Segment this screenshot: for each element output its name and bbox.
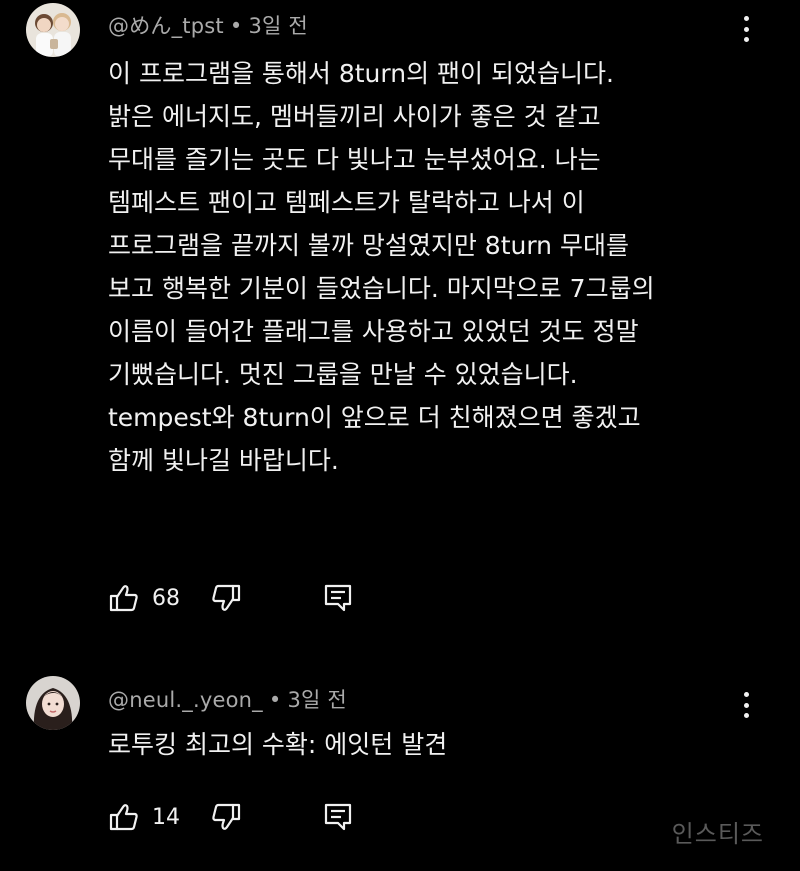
comment-line: 이름이 들어간 플래그를 사용하고 있었던 것도 정말 <box>108 317 639 346</box>
reply-icon <box>324 803 352 831</box>
meta-separator: • <box>268 688 282 712</box>
reply-button[interactable] <box>320 799 356 835</box>
comment-time[interactable]: 3일 전 <box>287 688 346 712</box>
like-count: 68 <box>152 585 180 611</box>
comment-meta: @neul._.yeon_ • 3일 전 <box>108 684 347 714</box>
comment-actions: 14 <box>106 797 356 837</box>
comment-line: 보고 행복한 기분이 들었습니다. 마지막으로 7그룹의 <box>108 274 655 303</box>
comment-line: 밝은 에너지도, 멤버들끼리 사이가 좋은 것 같고 <box>108 102 601 131</box>
comment-text: 로투킹 최고의 수확: 에잇턴 발견 <box>108 723 748 766</box>
comment-line: tempest와 8turn이 앞으로 더 친해졌으면 좋겠고 <box>108 403 641 432</box>
comment-actions: 68 <box>106 578 356 618</box>
meta-separator: • <box>229 14 243 38</box>
comment-line: 기뻤습니다. 멋진 그룹을 만날 수 있었습니다. <box>108 360 578 389</box>
avatar[interactable] <box>26 3 80 57</box>
thumbs-down-icon <box>212 803 241 830</box>
comment-line: 이 프로그램을 통해서 8turn의 팬이 되었습니다. <box>108 59 614 88</box>
author-name[interactable]: @neul._.yeon_ <box>108 688 263 712</box>
avatar[interactable] <box>26 676 80 730</box>
dislike-button[interactable] <box>208 580 244 616</box>
watermark: 인스티즈 <box>671 820 764 848</box>
more-vert-icon[interactable] <box>736 688 756 722</box>
like-count: 14 <box>152 804 180 830</box>
thumbs-up-icon <box>109 804 138 831</box>
comment-text: 이 프로그램을 통해서 8turn의 팬이 되었습니다. 밝은 에너지도, 멤버… <box>108 52 748 482</box>
like-button[interactable] <box>106 799 142 835</box>
comment-line: 함께 빛나길 바랍니다. <box>108 446 339 475</box>
comment-line: 무대를 즐기는 곳도 다 빛나고 눈부셨어요. 나는 <box>108 145 601 174</box>
comment-line: 템페스트 팬이고 템페스트가 탈락하고 나서 이 <box>108 188 585 217</box>
comment-line: 로투킹 최고의 수확: 에잇턴 발견 <box>108 730 448 759</box>
reply-icon <box>324 584 352 612</box>
more-vert-icon[interactable] <box>736 12 756 46</box>
reply-button[interactable] <box>320 580 356 616</box>
like-button[interactable] <box>106 580 142 616</box>
thumbs-down-icon <box>212 584 241 611</box>
comment-time[interactable]: 3일 전 <box>248 14 307 38</box>
author-name[interactable]: @めん_tpst <box>108 14 224 38</box>
comment-line: 프로그램을 끝까지 볼까 망설였지만 8turn 무대를 <box>108 231 629 260</box>
thumbs-up-icon <box>109 585 138 612</box>
dislike-button[interactable] <box>208 799 244 835</box>
comment-meta: @めん_tpst • 3일 전 <box>108 10 308 40</box>
